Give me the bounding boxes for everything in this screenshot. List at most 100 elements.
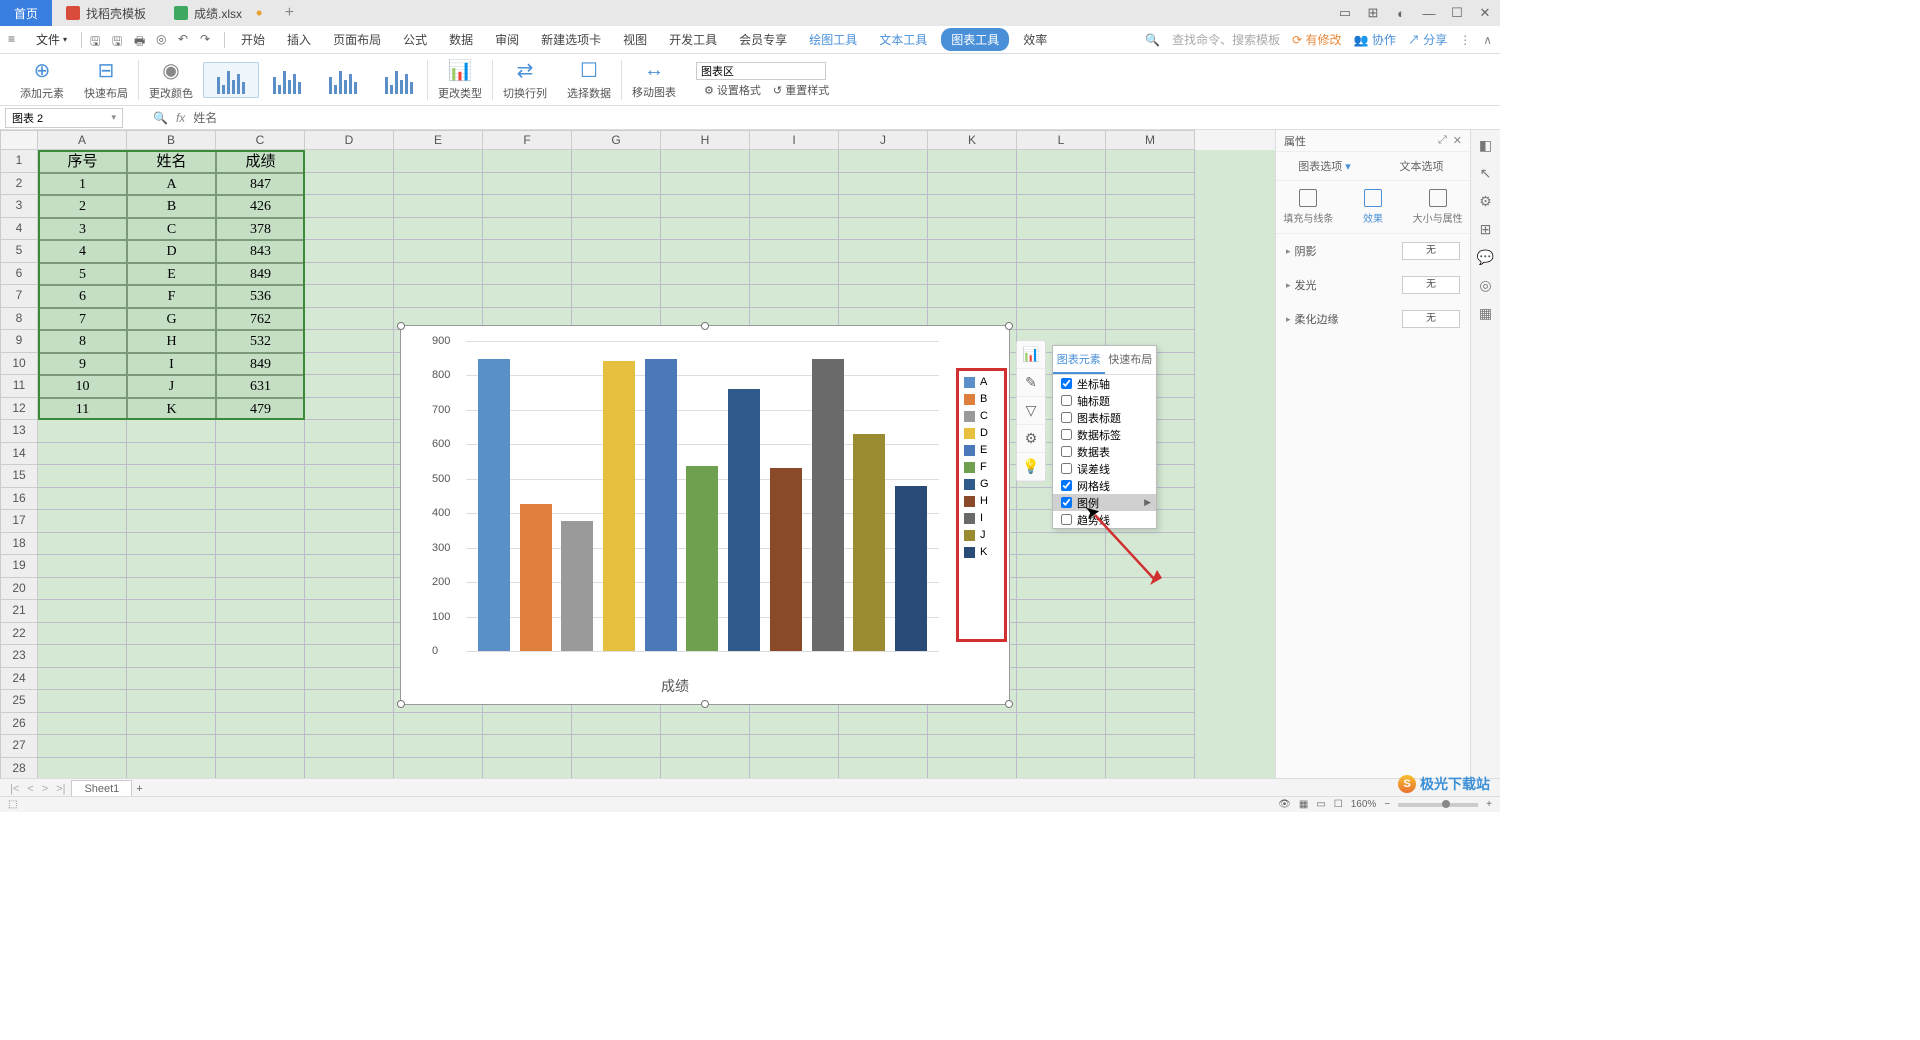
cell[interactable]	[928, 218, 1017, 241]
cell[interactable]	[216, 735, 305, 758]
user-icon[interactable]: ◐	[1392, 4, 1410, 22]
cell[interactable]	[1106, 150, 1195, 173]
cell[interactable]	[1017, 758, 1106, 781]
chart-bar[interactable]	[770, 468, 802, 651]
cell[interactable]	[127, 578, 216, 601]
row-header[interactable]: 25	[0, 690, 38, 713]
cell[interactable]	[1017, 173, 1106, 196]
column-header[interactable]: C	[216, 130, 305, 150]
cell[interactable]	[839, 240, 928, 263]
cell[interactable]	[1106, 555, 1195, 578]
cell[interactable]: 479	[216, 398, 305, 421]
chart-elements-icon[interactable]: 📊	[1017, 341, 1045, 369]
cell[interactable]	[572, 195, 661, 218]
cell[interactable]	[305, 443, 394, 466]
sheet-nav-first[interactable]: |<	[8, 783, 21, 795]
cell[interactable]	[572, 173, 661, 196]
cell[interactable]	[928, 240, 1017, 263]
checkbox[interactable]	[1061, 497, 1072, 508]
row-header[interactable]: 4	[0, 218, 38, 241]
name-box[interactable]: 图表 2	[5, 108, 123, 128]
cell[interactable]	[38, 443, 127, 466]
ribbon-tab[interactable]: 插入	[279, 27, 319, 52]
cell[interactable]	[127, 465, 216, 488]
cell[interactable]	[305, 195, 394, 218]
cell[interactable]	[1106, 533, 1195, 556]
move-chart-button[interactable]: ↔移动图表	[622, 59, 686, 100]
cell[interactable]	[38, 488, 127, 511]
chart-element-option[interactable]: 图例▶	[1053, 494, 1156, 511]
cell[interactable]	[216, 623, 305, 646]
cell[interactable]	[1106, 668, 1195, 691]
cell[interactable]	[661, 285, 750, 308]
checkbox[interactable]	[1061, 412, 1072, 423]
cell[interactable]: 序号	[38, 150, 127, 173]
subtab-fill[interactable]: 填充与线条	[1278, 189, 1338, 225]
cell[interactable]	[750, 713, 839, 736]
cell[interactable]	[928, 263, 1017, 286]
legend-item[interactable]: F	[964, 461, 999, 473]
cell[interactable]	[928, 735, 1017, 758]
prop-glow[interactable]: ▸发光无	[1276, 268, 1470, 302]
cell[interactable]	[1106, 195, 1195, 218]
chart-style-2[interactable]	[259, 62, 315, 98]
cell[interactable]	[483, 195, 572, 218]
select-all-corner[interactable]	[0, 130, 38, 150]
popup-tab-layout[interactable]: 快速布局	[1105, 346, 1157, 374]
chart-bar[interactable]	[561, 521, 593, 651]
cell[interactable]: 849	[216, 263, 305, 286]
cell[interactable]	[305, 488, 394, 511]
row-header[interactable]: 10	[0, 353, 38, 376]
file-menu[interactable]: 文件 ▾	[30, 29, 73, 50]
view-mode-icon[interactable]: ▦	[1299, 799, 1308, 810]
cell[interactable]	[127, 510, 216, 533]
panel-close-icon[interactable]: ✕	[1453, 134, 1462, 147]
add-sheet-button[interactable]: +	[136, 783, 142, 795]
collapse-icon[interactable]: ∧	[1483, 33, 1492, 47]
cell[interactable]	[839, 173, 928, 196]
view-mode-icon[interactable]: ☐	[1334, 799, 1343, 810]
cell[interactable]	[127, 420, 216, 443]
cell[interactable]	[216, 713, 305, 736]
cell[interactable]	[216, 758, 305, 781]
cell[interactable]: 843	[216, 240, 305, 263]
cell[interactable]	[216, 645, 305, 668]
undo-icon[interactable]: ↶	[178, 32, 194, 48]
cell[interactable]	[305, 645, 394, 668]
tab-text-options[interactable]: 文本选项	[1373, 152, 1470, 180]
cell[interactable]	[1106, 240, 1195, 263]
cell[interactable]	[127, 555, 216, 578]
cell[interactable]: 9	[38, 353, 127, 376]
share-button[interactable]: ↗ 分享	[1408, 31, 1447, 48]
cell[interactable]	[839, 713, 928, 736]
tab-template[interactable]: 找稻壳模板	[52, 0, 160, 26]
tab-file[interactable]: 成绩.xlsx•	[160, 0, 276, 26]
cell[interactable]: 849	[216, 353, 305, 376]
chart-style-3[interactable]	[315, 62, 371, 98]
status-icon[interactable]: ⬚	[8, 799, 17, 810]
collab-button[interactable]: 👥 协作	[1354, 31, 1396, 48]
cell[interactable]: 5	[38, 263, 127, 286]
chart-element-option[interactable]: 误差线	[1053, 460, 1156, 477]
popup-tab-elements[interactable]: 图表元素	[1053, 346, 1105, 374]
add-element-button[interactable]: ⊕添加元素	[10, 58, 74, 101]
row-header[interactable]: 19	[0, 555, 38, 578]
change-color-button[interactable]: ◉更改颜色	[139, 58, 203, 101]
column-header[interactable]: A	[38, 130, 127, 150]
cell[interactable]	[1017, 533, 1106, 556]
column-header[interactable]: H	[661, 130, 750, 150]
cell[interactable]	[38, 668, 127, 691]
cell[interactable]	[483, 173, 572, 196]
cell[interactable]: E	[127, 263, 216, 286]
cell[interactable]	[839, 758, 928, 781]
set-format-button[interactable]: ⚙ 设置格式	[704, 82, 761, 98]
cell[interactable]	[216, 510, 305, 533]
cell[interactable]	[572, 263, 661, 286]
ribbon-tab-draw[interactable]: 绘图工具	[801, 27, 865, 52]
cell[interactable]	[305, 555, 394, 578]
cell[interactable]: 536	[216, 285, 305, 308]
cell[interactable]	[839, 735, 928, 758]
switch-rowcol-button[interactable]: ⇄切换行列	[493, 58, 557, 101]
cell[interactable]	[394, 150, 483, 173]
cell[interactable]	[305, 375, 394, 398]
